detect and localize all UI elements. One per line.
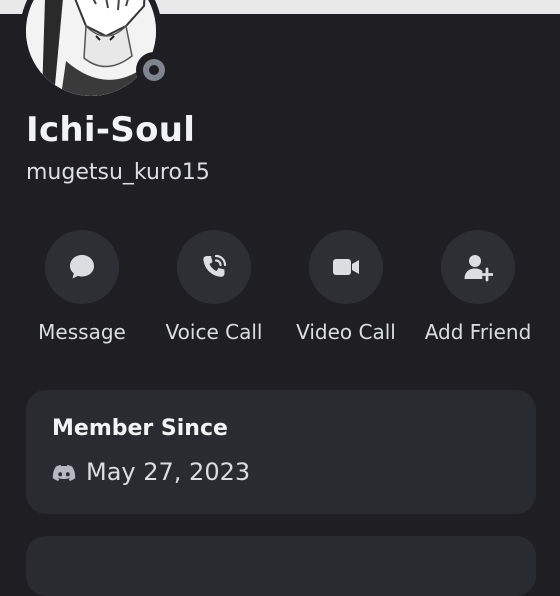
- message-label: Message: [38, 320, 126, 344]
- voice-call-label: Voice Call: [165, 320, 263, 344]
- voice-call-button-circle[interactable]: [177, 230, 251, 304]
- video-camera-icon: [333, 259, 359, 275]
- add-friend-label: Add Friend: [424, 320, 532, 344]
- message-button[interactable]: Message: [12, 230, 152, 344]
- message-button-circle[interactable]: [45, 230, 119, 304]
- member-since-card: Member Since May 27, 2023: [26, 390, 536, 514]
- avatar-container[interactable]: [20, 0, 172, 102]
- discord-logo-icon: [52, 465, 76, 481]
- next-card: [26, 536, 536, 596]
- member-since-date: May 27, 2023: [86, 458, 251, 486]
- add-friend-button-circle[interactable]: [441, 230, 515, 304]
- username: mugetsu_kuro15: [26, 160, 210, 185]
- video-call-button-circle[interactable]: [309, 230, 383, 304]
- video-call-label: Video Call: [296, 320, 396, 344]
- voice-call-button[interactable]: Voice Call: [144, 230, 284, 344]
- status-indicator: [136, 52, 172, 88]
- display-name: Ichi-Soul: [26, 110, 196, 150]
- add-friend-icon: [464, 255, 493, 282]
- profile-actions: Message Voice Call Video Call Add Friend: [0, 230, 560, 360]
- video-call-button[interactable]: Video Call: [276, 230, 416, 344]
- member-since-title: Member Since: [52, 416, 228, 441]
- phone-call-icon: [203, 254, 227, 277]
- offline-status-icon: [143, 59, 165, 81]
- chat-bubble-icon: [70, 255, 94, 279]
- add-friend-button[interactable]: Add Friend: [408, 230, 548, 344]
